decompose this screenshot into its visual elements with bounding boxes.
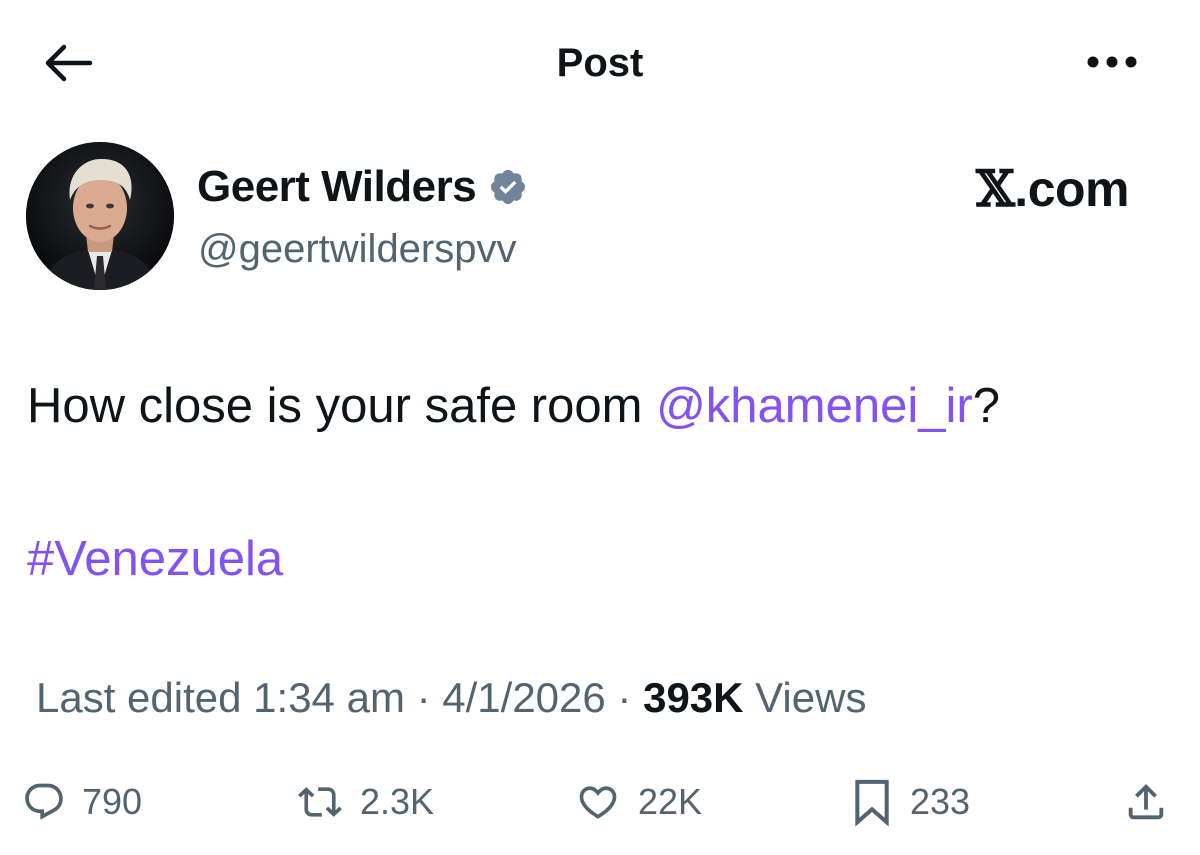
meta-separator: · (605, 674, 644, 721)
bookmark-icon (855, 779, 889, 827)
more-dots-icon (1087, 56, 1137, 68)
like-count: 22K (638, 781, 703, 822)
post-text: How close is your safe room @khamenei_ir… (27, 374, 1000, 438)
author-handle[interactable]: @geertwilderspvv (198, 222, 517, 276)
verified-badge-icon (491, 169, 526, 205)
author-name-row: Geert Wilders (197, 158, 528, 216)
post-time: 1:34 am (253, 674, 405, 721)
mention-link[interactable]: @khamenei_ir (656, 379, 973, 433)
bookmark-button[interactable]: 233 (850, 774, 970, 830)
meta-separator: · (404, 674, 443, 721)
edited-label[interactable]: Last edited (36, 674, 242, 721)
repost-icon (298, 787, 342, 817)
post-text-before: How close is your safe room (27, 379, 657, 433)
more-options-button[interactable] (1082, 42, 1142, 82)
share-button[interactable] (1118, 774, 1174, 830)
bookmark-count: 233 (910, 781, 971, 822)
brand-suffix: .com (1014, 161, 1129, 217)
like-icon (579, 786, 617, 819)
post-meta: Last edited 1:34 am · 4/1/2026 · 393K Vi… (36, 670, 866, 726)
avatar[interactable] (26, 142, 174, 290)
repost-count: 2.3K (360, 781, 435, 822)
like-button[interactable]: 22K (574, 774, 702, 830)
page-title: Post (556, 41, 644, 85)
share-icon (1128, 783, 1164, 820)
repost-button[interactable]: 2.3K (296, 774, 434, 830)
brand-watermark: 𝕏.com (976, 158, 1129, 220)
reply-button[interactable]: 790 (22, 774, 142, 830)
views-count: 393K (643, 674, 744, 721)
reply-icon (25, 783, 63, 820)
author-portrait-image (26, 142, 174, 290)
hashtag-link[interactable]: #Venezuela (27, 527, 283, 591)
post-text-after: ? (972, 379, 1000, 433)
post-date: 4/1/2026 (442, 674, 606, 721)
author-name[interactable]: Geert Wilders (197, 159, 477, 215)
x-logo-glyph: 𝕏 (976, 159, 1015, 218)
reply-count: 790 (82, 781, 143, 822)
views-label: Views (755, 674, 867, 721)
